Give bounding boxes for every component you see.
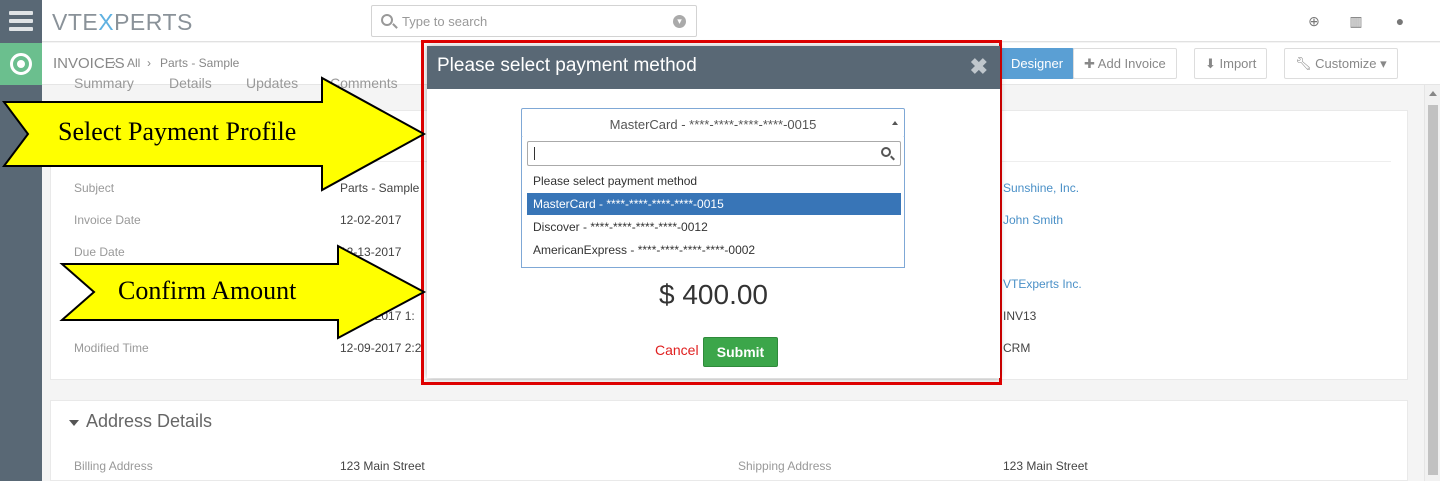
field-label-invoice-date: Invoice Date — [74, 213, 141, 227]
selected-payment-method: MasterCard - ****-****-****-****-0015 — [609, 117, 817, 132]
collapse-caret-icon[interactable] — [69, 420, 79, 426]
breadcrumb-separator-icon: › — [112, 56, 116, 70]
plus-icon: ✚ — [1084, 56, 1098, 71]
logo-part-3: PERTS — [114, 9, 193, 35]
search-icon — [381, 14, 393, 26]
address-title[interactable]: Address Details — [86, 411, 212, 432]
select-profile-label: Select Payment Profile — [58, 117, 297, 146]
modal-title: Please select payment method — [437, 55, 697, 76]
cancel-button[interactable]: Cancel — [655, 342, 699, 358]
billing-address-value[interactable]: 123 Main Street — [340, 459, 425, 473]
field-value-contact[interactable]: John Smith — [1003, 213, 1063, 227]
shipping-address-value[interactable]: 123 Main Street — [1003, 459, 1088, 473]
billing-address-label: Billing Address — [74, 459, 153, 473]
confirm-amount-label: Confirm Amount — [118, 276, 297, 305]
global-search[interactable]: Type to search ▾ — [371, 5, 697, 37]
breadcrumb-separator-icon: › — [147, 56, 151, 70]
wrench-icon: 🔧︎ — [1295, 56, 1316, 71]
reports-icon[interactable]: ▥ — [1348, 13, 1364, 29]
scroll-up-icon[interactable] — [1429, 91, 1437, 96]
text-cursor — [534, 147, 535, 160]
dropdown-option[interactable]: AmericanExpress - ****-****-****-****-00… — [527, 239, 901, 261]
dropdown-option-selected[interactable]: MasterCard - ****-****-****-****-0015 — [527, 193, 901, 215]
breadcrumb-all[interactable]: All — [127, 56, 140, 70]
payment-method-dropdown: Please select payment method MasterCard … — [521, 137, 905, 268]
close-icon[interactable]: ✖ — [970, 54, 988, 80]
customize-label: Customize — [1315, 56, 1377, 71]
logo-part-2: X — [98, 9, 115, 35]
submit-button[interactable]: Submit — [703, 337, 778, 367]
search-icon — [881, 147, 891, 157]
breadcrumb-record: Parts - Sample — [160, 56, 240, 70]
chevron-up-icon — [892, 121, 898, 125]
payment-method-modal: Please select payment method ✖ MasterCar… — [427, 46, 1000, 378]
address-panel: Address Details Billing Address 123 Main… — [50, 400, 1408, 481]
field-value-assigned[interactable]: VTExperts Inc. — [1003, 277, 1082, 291]
import-icon: ⬇ — [1205, 56, 1220, 71]
dropdown-option[interactable]: Discover - ****-****-****-****-0012 — [527, 216, 901, 238]
add-icon[interactable]: ⊕ — [1306, 13, 1322, 29]
menu-icon[interactable] — [9, 11, 33, 31]
shipping-address-label: Shipping Address — [738, 459, 832, 473]
field-value-organization[interactable]: Sunshine, Inc. — [1003, 181, 1079, 195]
logo-part-1: VTE — [52, 9, 99, 35]
field-value-invoice-no: INV13 — [1003, 309, 1037, 323]
app-logo[interactable]: VTEXPERTS — [52, 9, 193, 36]
search-options-icon[interactable]: ▾ — [673, 15, 686, 28]
payment-amount: $ 400.00 — [659, 279, 768, 310]
field-label-modified-time: Modified Time — [74, 341, 149, 355]
page-scrollbar[interactable] — [1424, 85, 1440, 481]
dropdown-search-input[interactable] — [527, 141, 901, 166]
field-value-modified-time: 12-09-2017 2:2 — [340, 341, 422, 355]
modal-header: Please select payment method ✖ — [427, 46, 1000, 89]
field-value-invoice-date[interactable]: 12-02-2017 — [340, 213, 401, 227]
caret-down-icon: ▾ — [1376, 56, 1387, 71]
import-label: Import — [1219, 56, 1257, 71]
search-placeholder: Type to search — [402, 14, 488, 29]
add-invoice-label: Add Invoice — [1097, 56, 1166, 71]
payment-method-select[interactable]: MasterCard - ****-****-****-****-0015 — [521, 108, 905, 138]
scroll-thumb[interactable] — [1428, 105, 1438, 475]
dropdown-option[interactable]: Please select payment method — [527, 170, 901, 192]
user-icon[interactable]: ● — [1392, 13, 1408, 29]
top-bar: VTEXPERTS Type to search ▾ ⊕ ▥ ● — [42, 0, 1440, 42]
field-value-source: CRM — [1003, 341, 1031, 355]
left-rail — [0, 0, 42, 481]
